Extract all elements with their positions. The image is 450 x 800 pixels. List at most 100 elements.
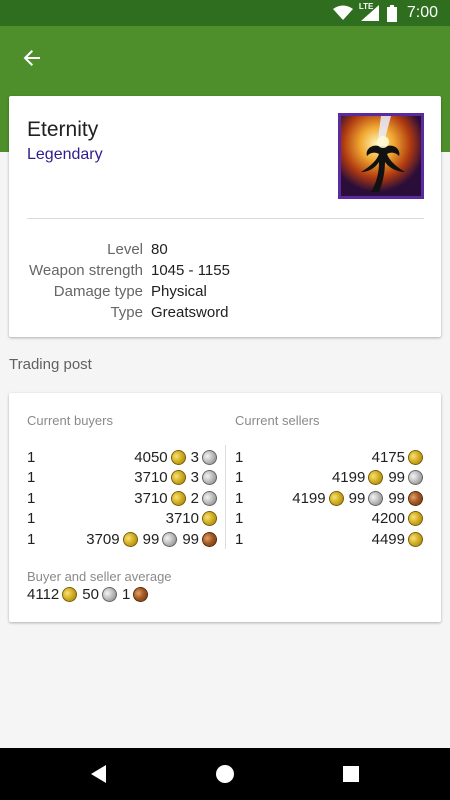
silver-amount: 3 [190, 469, 199, 487]
quantity: 1 [235, 510, 244, 528]
silver-coin-icon [405, 468, 426, 488]
gold-coin-icon [168, 488, 188, 508]
stat-value: Physical [151, 283, 207, 300]
buyer-row: 1 4050 3 [27, 447, 220, 468]
battery-icon [386, 4, 397, 22]
gold-amount: 3710 [134, 489, 168, 507]
gold-amount: 4199 [292, 489, 326, 507]
gold-amount: 4050 [134, 448, 168, 466]
price: 3709 99 99 [57, 529, 220, 549]
clock: 7:00 [406, 4, 438, 21]
gold-coin-icon [168, 447, 188, 467]
divider [27, 218, 424, 219]
seller-row: 1 4200 [235, 509, 426, 530]
buyer-row: 1 3710 2 [27, 488, 220, 509]
gold-amount: 4175 [371, 448, 405, 466]
network-label: LTE [358, 2, 374, 11]
seller-row: 1 4199 99 99 [235, 488, 426, 509]
quantity: 1 [27, 489, 36, 507]
buyer-row: 1 3710 3 [27, 468, 220, 489]
gold-coin-icon [60, 584, 80, 605]
seller-row: 1 4175 [235, 447, 426, 468]
wifi-icon [332, 5, 353, 21]
trading-post-title: Trading post [9, 356, 92, 373]
stat-label: Weapon strength [29, 262, 143, 279]
nav-home-button[interactable] [213, 762, 237, 786]
system-nav-bar [0, 748, 450, 800]
average-price: 4112 50 1 [27, 584, 151, 605]
price: 3710 [57, 509, 220, 529]
home-circle-icon [216, 765, 234, 783]
silver-coin-icon [160, 529, 180, 549]
stat-label: Level [107, 241, 143, 258]
quantity: 1 [27, 530, 36, 548]
stat-row-weapon-strength: Weapon strength 1045 - 1155 [9, 260, 441, 281]
price: 4199 99 [265, 468, 426, 488]
average-gold: 4112 [27, 586, 60, 603]
arrow-back-icon [23, 50, 40, 66]
silver-coin-icon [366, 488, 386, 508]
sellers-list: 1 4175 1 4199 99 1 4199 99 99 1 4200 1 4499 [235, 447, 426, 550]
silver-coin-icon [199, 447, 220, 467]
price: 4200 [265, 509, 426, 529]
stat-value: Greatsword [151, 304, 229, 321]
copper-amount: 99 [388, 489, 405, 507]
quantity: 1 [235, 469, 244, 487]
quantity: 1 [27, 448, 36, 466]
stat-value: 80 [151, 241, 168, 258]
average-label: Buyer and seller average [27, 569, 172, 584]
quantity: 1 [27, 469, 36, 487]
price: 4199 99 99 [265, 488, 426, 508]
nav-recents-button[interactable] [339, 762, 363, 786]
back-button[interactable] [16, 42, 48, 74]
item-rarity: Legendary [27, 146, 103, 163]
gold-amount: 3709 [86, 530, 120, 548]
gold-coin-icon [199, 509, 220, 529]
cellular-icon: LTE [358, 2, 379, 21]
silver-coin-icon [199, 488, 220, 508]
gold-coin-icon [326, 488, 346, 508]
recents-square-icon [343, 766, 359, 782]
gold-amount: 4200 [371, 510, 405, 528]
stat-row-level: Level 80 [9, 239, 441, 260]
stat-label: Damage type [53, 283, 143, 300]
status-bar: LTE 7:00 [0, 0, 450, 26]
gold-coin-icon [405, 529, 426, 549]
gold-amount: 4199 [331, 469, 366, 487]
nav-back-button[interactable] [87, 762, 111, 786]
copper-coin-icon [131, 584, 151, 605]
price: 4050 3 [57, 447, 220, 467]
quantity: 1 [235, 530, 244, 548]
stat-label: Type [110, 304, 143, 321]
price: 3710 2 [57, 488, 220, 508]
item-card: Eternity Legendary Level 80 Weapon stren… [9, 96, 441, 337]
seller-row: 1 4499 [235, 529, 426, 550]
silver-amount: 2 [190, 489, 199, 507]
item-stats: Level 80 Weapon strength 1045 - 1155 Dam… [9, 239, 441, 323]
copper-coin-icon [199, 529, 220, 549]
quantity: 1 [235, 448, 244, 466]
copper-coin-icon [405, 488, 426, 508]
gold-amount: 3710 [134, 469, 168, 487]
seller-row: 1 4199 99 [235, 468, 426, 489]
sellers-header: Current sellers [235, 413, 320, 428]
price: 4175 [265, 447, 426, 467]
quantity: 1 [235, 489, 244, 507]
stat-row-damage-type: Damage type Physical [9, 281, 441, 302]
trading-post-card: Current buyers Current sellers 1 4050 3 1 37… [9, 393, 441, 622]
average-silver: 50 [82, 586, 99, 603]
silver-coin-icon [199, 468, 220, 488]
silver-amount: 99 [388, 469, 405, 487]
back-triangle-icon [91, 765, 106, 783]
buyer-row: 1 3709 99 99 [27, 529, 220, 550]
item-name: Eternity [27, 118, 99, 141]
copper-amount: 99 [182, 530, 199, 548]
gold-coin-icon [405, 447, 426, 467]
silver-coin-icon [99, 584, 120, 605]
buyer-row: 1 3710 [27, 509, 220, 530]
stat-row-type: Type Greatsword [9, 302, 441, 323]
gold-amount: 3710 [165, 510, 199, 528]
column-divider [225, 445, 226, 549]
silver-amount: 99 [348, 489, 366, 507]
silver-amount: 99 [142, 530, 160, 548]
